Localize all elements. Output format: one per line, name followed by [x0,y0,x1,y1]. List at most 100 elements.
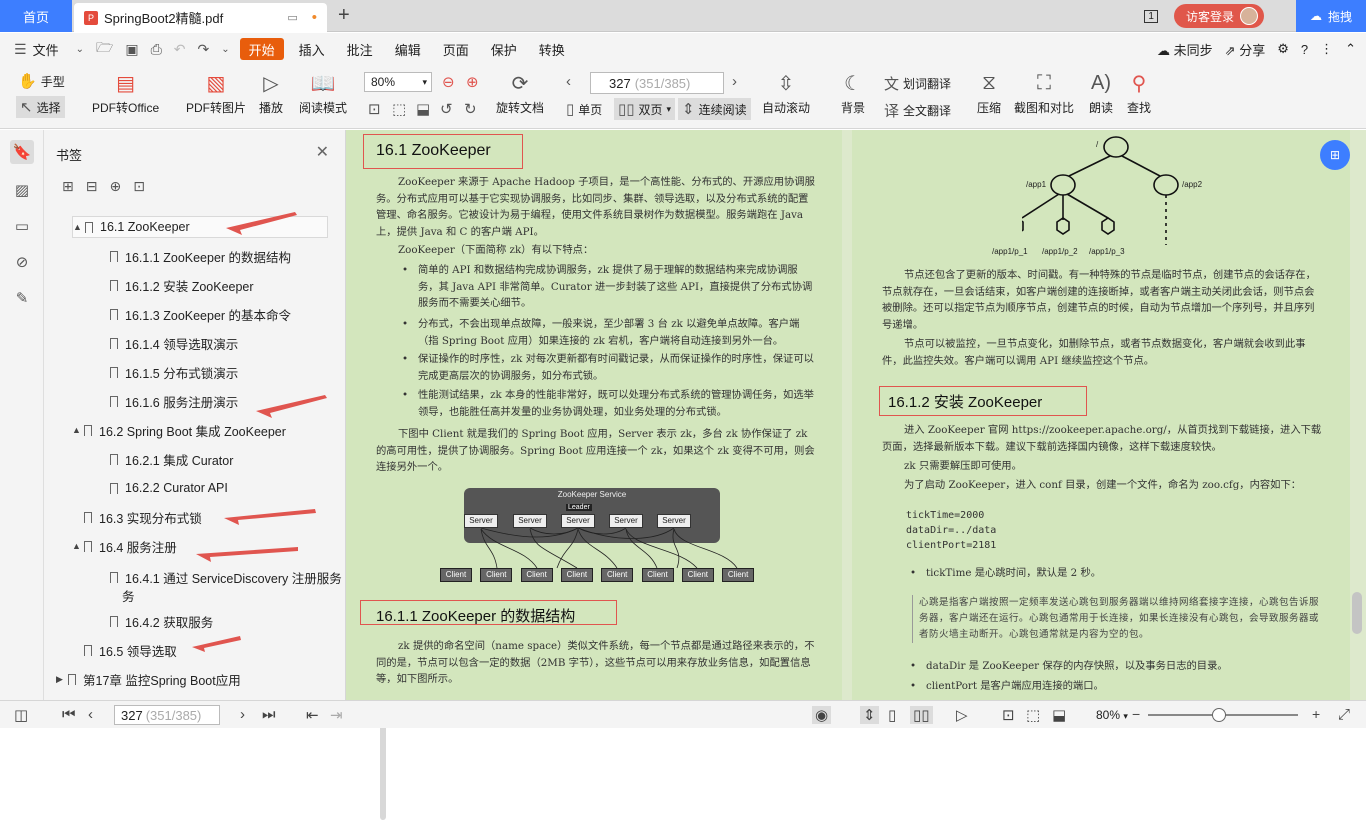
rotate-document-button[interactable]: ⟳ 旋转文档 [496,71,544,116]
fit-width-icon[interactable]: ⬓ [416,100,430,118]
double-view-icon[interactable]: ▯▯ [910,706,933,724]
bookmark-icon[interactable]: ⊡ [133,178,145,195]
single-view-icon[interactable]: ▯ [888,706,896,724]
signature-icon[interactable]: ✎ [10,286,34,310]
comment-icon[interactable]: ▭ [10,214,34,238]
next-page-icon[interactable]: › [732,73,737,90]
hand-tool[interactable]: ✋ 手型 [18,72,65,90]
zoom-select[interactable]: 80% ▾ [364,72,432,92]
actual-size-icon[interactable]: ⊡ [1002,706,1015,724]
more-chevron-icon[interactable]: ⌄ [215,44,235,55]
double-page-button[interactable]: ▯▯ 双页 ▾ [614,98,676,120]
full-translate-button[interactable]: 译全文翻译 [884,100,951,121]
zoom-out-icon[interactable]: − [1132,706,1140,722]
pdf-to-office-button[interactable]: ▤ PDF转Office [92,71,159,116]
fullscreen-icon[interactable]: ⤢ [1338,706,1350,723]
status-zoom[interactable]: 80% ▾ [1096,708,1128,722]
zoom-slider-knob[interactable] [1212,708,1226,722]
hamburger-icon[interactable]: ☰ [8,41,33,58]
expand-toggle-icon[interactable]: ▲ [72,425,84,435]
guest-login-button[interactable]: 访客登录 [1173,4,1264,28]
bookmark-item[interactable]: 16.5 领导选取 [72,639,177,661]
expand-toggle-icon[interactable]: ▶ [56,674,68,685]
continuous-reading-button[interactable]: ⇕ 连续阅读 [678,98,751,120]
save-icon[interactable]: ▣ [119,41,144,58]
collapse-ribbon-icon[interactable]: ⌃ [1345,41,1356,57]
menu-page[interactable]: 页面 [432,40,480,59]
reading-mode-button[interactable]: 📖 阅读模式 [299,71,347,116]
rotate-left-icon[interactable]: ↺ [440,100,453,118]
zoom-out-icon[interactable]: ⊖ [442,73,455,91]
background-button[interactable]: ☾ 背景 [840,71,866,116]
auto-scroll-button[interactable]: ⇳ 自动滚动 [762,71,810,116]
prev-page-icon[interactable]: ‹ [88,706,93,723]
tab-document[interactable]: P SpringBoot2精髓.pdf ▭ • [74,3,327,32]
zoom-in-icon[interactable]: + [1312,706,1320,722]
menu-edit[interactable]: 编辑 [384,40,432,59]
menu-protect[interactable]: 保护 [480,40,528,59]
select-tool[interactable]: ↖ 选择 [16,96,65,118]
expand-all-icon[interactable]: ⊞ [62,178,74,195]
window-icon[interactable]: ▭ [287,11,297,24]
print-icon[interactable]: ⎙ [145,41,168,58]
bookmark-panel-icon[interactable]: 🔖 [10,140,34,164]
eye-care-icon[interactable]: ◉ [812,706,832,724]
menu-insert[interactable]: 插入 [288,40,336,59]
bookmark-item[interactable]: ▶ 第17章 监控Spring Boot应用 [56,668,241,690]
single-page-button[interactable]: ▯ 单页 [566,100,602,118]
first-page-icon[interactable]: ⏮ [62,706,76,723]
forward-icon[interactable]: ⇥ [330,706,343,724]
page-number-input[interactable]: 327 (351/385) [590,72,724,94]
last-page-icon[interactable]: ⏭ [262,706,276,723]
collapse-all-icon[interactable]: ⊟ [86,178,98,195]
close-icon[interactable]: ✕ [316,142,329,162]
actual-size-icon[interactable]: ⊡ [368,100,381,118]
back-icon[interactable]: ⇤ [306,706,319,724]
rotate-right-icon[interactable]: ↻ [464,100,477,118]
expand-toggle-icon[interactable]: ▲ [73,222,85,232]
share-button[interactable]: ⇗ 分享 [1225,40,1266,59]
play-icon[interactable]: ▷ [956,706,968,724]
chevron-down-icon[interactable]: ⌄ [70,44,90,55]
toggle-sidebar-icon[interactable]: ◫ [14,706,28,724]
fit-page-icon[interactable]: ⬚ [392,100,406,118]
unsaved-dot-icon[interactable]: • [312,9,317,26]
help-icon[interactable]: ? [1301,42,1308,57]
continuous-view-icon[interactable]: ⇕ [860,706,879,724]
tab-home[interactable]: 首页 [0,0,72,32]
redo-icon[interactable]: ↷ [192,41,216,58]
next-page-icon[interactable]: › [240,706,245,723]
menu-convert[interactable]: 转换 [528,40,576,59]
search-button[interactable]: ⚲ 查找 [1126,71,1152,116]
screenshot-compare-button[interactable]: ⛶ 截图和对比 [1014,71,1074,116]
prev-page-icon[interactable]: ‹ [566,73,571,90]
new-tab-button[interactable]: + [338,4,350,27]
drag-button[interactable]: ☁ 拖拽 [1296,0,1366,32]
file-menu[interactable]: 文件 [33,40,70,59]
heading-install: 16.1.2 安装 ZooKeeper [888,394,1043,411]
menu-annotate[interactable]: 批注 [336,40,384,59]
fit-width-icon[interactable]: ⬓ [1052,706,1066,724]
fit-page-icon[interactable]: ⬚ [1026,706,1040,724]
undo-icon[interactable]: ↶ [168,41,192,58]
zoom-in-icon[interactable]: ⊕ [466,73,479,91]
document-scrollbar[interactable] [1352,592,1362,634]
tab-list-icon[interactable]: 1 [1144,9,1158,23]
floating-tool-icon[interactable]: ⊞ [1320,140,1350,170]
bookmark-item[interactable]: ▲ 16.4 服务注册 [72,535,177,557]
attachment-icon[interactable]: ⊘ [10,250,34,274]
status-page-input[interactable]: 327 (351/385) [114,705,220,725]
expand-toggle-icon[interactable]: ▲ [72,541,84,551]
open-folder-icon[interactable]: 🗁 [90,37,119,61]
play-button[interactable]: ▷ 播放 [258,71,284,116]
add-bookmark-icon[interactable]: ⊕ [109,178,121,195]
thumbnail-icon[interactable]: ▨ [10,178,34,202]
pdf-to-image-button[interactable]: ▧ PDF转图片 [186,71,246,116]
more-icon[interactable]: ⋮ [1320,41,1333,57]
settings-icon[interactable]: ⚙ [1277,41,1289,57]
sync-status[interactable]: ☁ 未同步 [1157,40,1213,59]
read-aloud-button[interactable]: A) 朗读 [1088,71,1114,116]
compress-button[interactable]: ⧖ 压缩 [976,71,1002,116]
menu-start[interactable]: 开始 [239,38,284,60]
word-translate-button[interactable]: 文划词翻译 [884,73,951,94]
